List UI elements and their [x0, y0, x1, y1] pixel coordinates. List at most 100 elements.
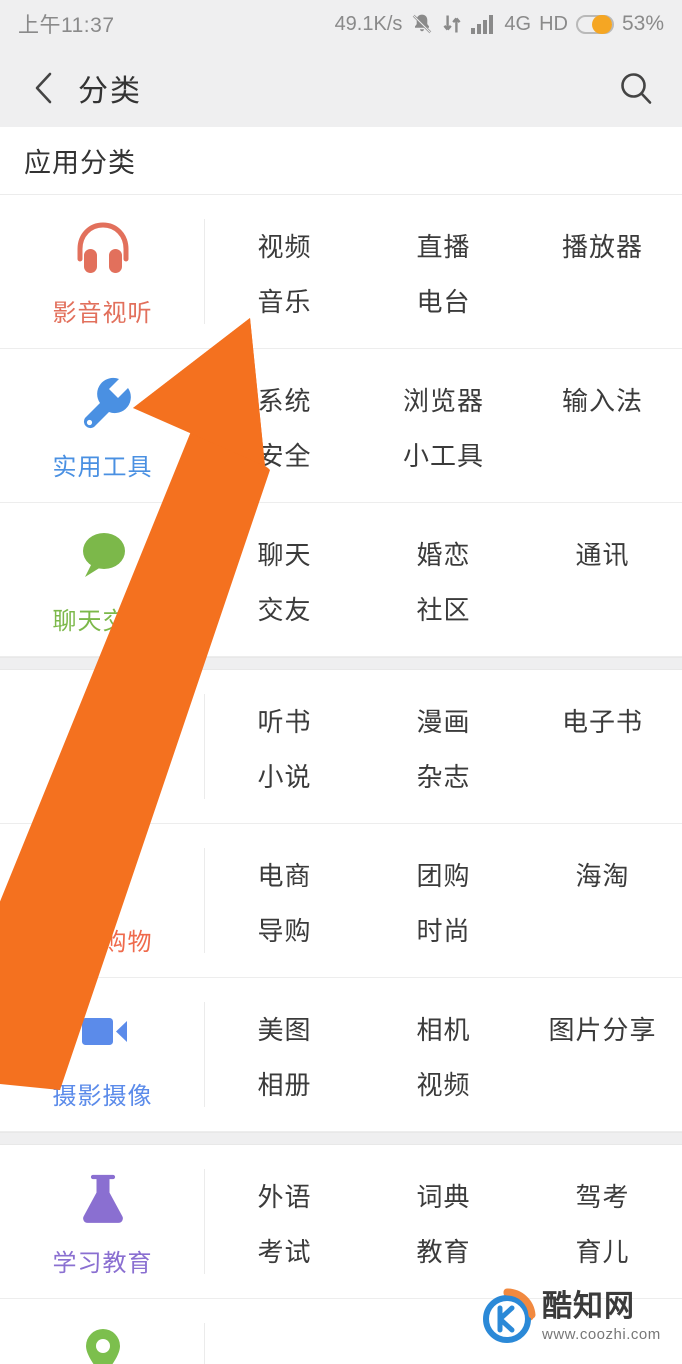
category-link[interactable]: 视频: [364, 1056, 523, 1111]
category-link[interactable]: 外语: [205, 1168, 364, 1223]
watermark-texts: 酷知网 www.coozhi.com: [542, 1290, 661, 1343]
flask-icon: [72, 1167, 134, 1229]
category-label: 时尚购物: [52, 929, 153, 956]
category-label: 摄影摄像: [52, 1083, 153, 1110]
page-title: 分类: [78, 74, 142, 108]
category-link[interactable]: 音乐: [205, 273, 364, 328]
category-icon-column[interactable]: 实用工具: [0, 349, 205, 502]
category-label: 实用工具: [52, 454, 153, 481]
category-link[interactable]: 相机: [364, 1001, 523, 1056]
category-label: 图书阅读: [52, 775, 153, 802]
category-links: 系统 浏览器 输入法安全 小工具: [205, 349, 682, 502]
coozhi-logo-icon: [478, 1288, 536, 1346]
battery-icon: [575, 14, 614, 34]
network-speed: 49.1K/s: [334, 12, 403, 35]
category-icon-column[interactable]: 旅游出行: [0, 1299, 205, 1364]
category-icon-column[interactable]: 图书阅读: [0, 670, 205, 823]
category-link[interactable]: 播放器: [523, 218, 682, 273]
category-link[interactable]: 听书: [205, 693, 364, 748]
category-link[interactable]: 小说: [205, 748, 364, 803]
status-icons: 49.1K/s 4G HD 53%: [335, 12, 664, 36]
section-divider: [0, 657, 682, 670]
category-link[interactable]: 视频: [205, 218, 364, 273]
phone-screen: 上午11:37 49.1K/s 4G HD 53% 分类 应用分类 影音视听 视…: [0, 0, 682, 1364]
category-row[interactable]: 实用工具 系统 浏览器 输入法安全 小工具: [0, 349, 682, 503]
category-link[interactable]: 直播: [364, 218, 523, 273]
video-camera-icon: [72, 1000, 134, 1062]
category-row[interactable]: 摄影摄像 美图 相机 图片分享相册 视频: [0, 978, 682, 1132]
category-link[interactable]: 浏览器: [364, 372, 523, 427]
back-button[interactable]: [24, 68, 64, 108]
watermark-site-name: 酷知网: [542, 1290, 635, 1323]
category-row[interactable]: 时尚购物 电商 团购 海淘导购 时尚: [0, 824, 682, 978]
category-links: 美图 相机 图片分享相册 视频: [205, 978, 682, 1131]
category-link[interactable]: 电子书: [523, 693, 682, 748]
category-links: 电商 团购 海淘导购 时尚: [205, 824, 682, 977]
category-link[interactable]: 安全: [205, 427, 364, 482]
section-header-label: 应用分类: [24, 148, 136, 178]
category-link[interactable]: 团购: [364, 847, 523, 902]
category-icon-column[interactable]: 聊天交友: [0, 503, 205, 656]
category-link[interactable]: 社区: [364, 581, 523, 636]
category-link[interactable]: 聊天: [205, 526, 364, 581]
section-divider: [0, 1132, 682, 1145]
headphones-icon: [72, 217, 134, 279]
watermark: 酷知网 www.coozhi.com: [478, 1280, 668, 1354]
category-label: 学习教育: [52, 1250, 153, 1277]
category-links: 视频 直播 播放器音乐 电台: [205, 195, 682, 348]
category-link[interactable]: 考试: [205, 1223, 364, 1278]
category-link[interactable]: 婚恋: [364, 526, 523, 581]
shopping-bag-icon: [72, 846, 134, 908]
chat-bubble-icon: [72, 525, 134, 587]
category-link[interactable]: 小工具: [364, 427, 523, 482]
search-button[interactable]: [614, 66, 658, 110]
category-row[interactable]: 聊天交友 聊天 婚恋 通讯 交友 社区: [0, 503, 682, 657]
signal-bars-icon: [470, 13, 496, 35]
category-link[interactable]: 教育: [364, 1223, 523, 1278]
category-link[interactable]: 导购: [205, 902, 364, 957]
category-row[interactable]: 影音视听 视频 直播 播放器音乐 电台: [0, 195, 682, 349]
data-transfer-icon: [442, 12, 462, 36]
category-label: 聊天交友: [52, 608, 153, 635]
category-link[interactable]: 漫画: [364, 693, 523, 748]
category-links: 聊天 婚恋 通讯交友 社区: [205, 503, 682, 656]
bell-muted-icon: [410, 12, 434, 36]
category-link[interactable]: 相册: [205, 1056, 364, 1111]
category-icon-column[interactable]: 时尚购物: [0, 824, 205, 977]
chevron-left-icon: [35, 72, 52, 103]
category-link[interactable]: 系统: [205, 372, 364, 427]
category-link[interactable]: 育儿: [523, 1223, 682, 1278]
category-link[interactable]: 交友: [205, 581, 364, 636]
category-link[interactable]: 电商: [205, 847, 364, 902]
map-pin-icon: [72, 1321, 134, 1364]
category-link[interactable]: 通讯: [523, 526, 682, 581]
category-link[interactable]: 用车: [205, 1349, 364, 1364]
category-icon-column[interactable]: 摄影摄像: [0, 978, 205, 1131]
category-row[interactable]: 图书阅读 听书 漫画 电子书小说 杂志: [0, 670, 682, 824]
category-link[interactable]: 美图: [205, 1001, 364, 1056]
status-time: 上午11:37: [18, 14, 115, 37]
category-list: 影音视听 视频 直播 播放器 音乐 电台 实用工具 系统 浏览器 输入法 安全 小工具 聊天交友 聊天 婚恋…: [0, 195, 682, 1364]
category-link[interactable]: 杂志: [364, 748, 523, 803]
watermark-site-url: www.coozhi.com: [542, 1326, 661, 1343]
category-icon-column[interactable]: 学习教育: [0, 1145, 205, 1298]
search-icon: [621, 72, 652, 104]
status-bar: 上午11:37 49.1K/s 4G HD 53%: [0, 0, 682, 48]
category-row[interactable]: 学习教育 外语 词典 驾考考试 教育 育儿: [0, 1145, 682, 1299]
category-link[interactable]: 词典: [364, 1168, 523, 1223]
section-header: 应用分类: [0, 127, 682, 195]
category-link[interactable]: 时尚: [364, 902, 523, 957]
category-link[interactable]: 电台: [364, 273, 523, 328]
battery-percent: 53%: [621, 12, 664, 35]
network-type: 4G: [504, 12, 532, 35]
title-bar: 分类: [0, 48, 682, 127]
open-book-icon: [72, 692, 134, 754]
category-links: 听书 漫画 电子书小说 杂志: [205, 670, 682, 823]
category-link[interactable]: 海淘: [523, 847, 682, 902]
category-link[interactable]: 图片分享: [523, 1001, 682, 1056]
wrench-icon: [72, 371, 134, 433]
category-icon-column[interactable]: 影音视听: [0, 195, 205, 348]
category-link[interactable]: 驾考: [523, 1168, 682, 1223]
category-link[interactable]: 输入法: [523, 372, 682, 427]
category-links: 外语 词典 驾考考试 教育 育儿: [205, 1145, 682, 1298]
